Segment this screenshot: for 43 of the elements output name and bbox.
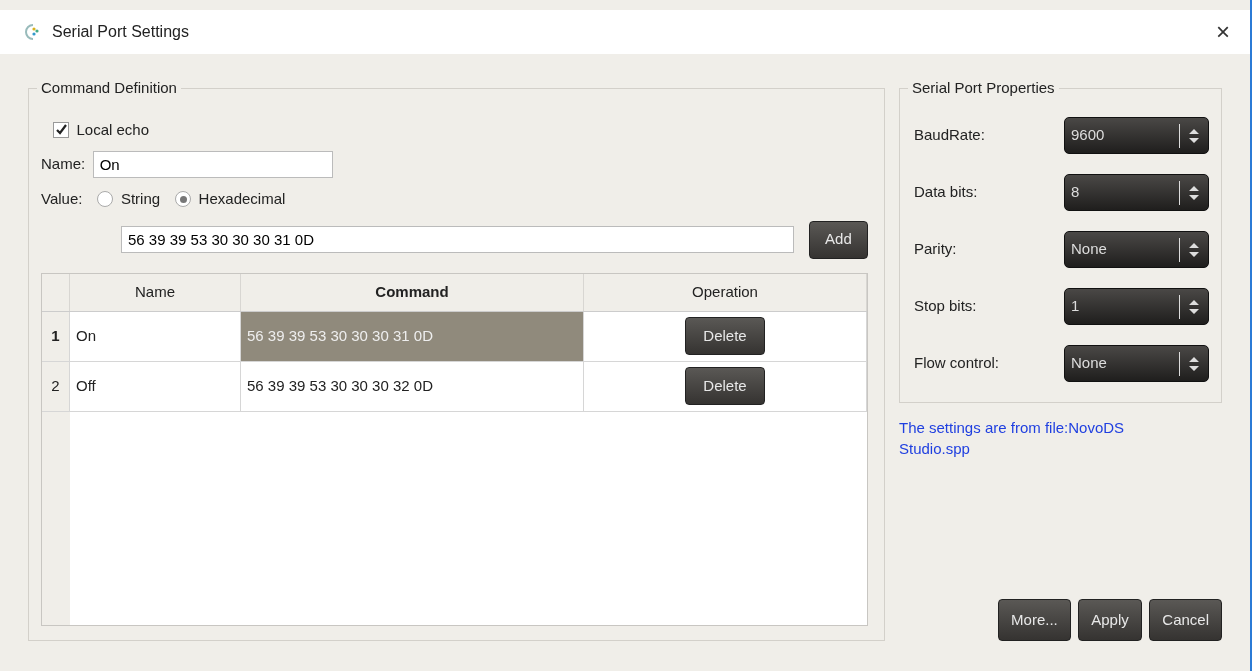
delete-button[interactable]: Delete: [685, 367, 765, 405]
table-cell: 56 39 39 53 30 30 30 31 0D: [241, 311, 584, 361]
settings-source-note: The settings are from file:NovoDS Studio.spp: [899, 418, 1126, 459]
table-cell: 56 39 39 53 30 30 30 32 0D: [241, 361, 584, 411]
radio-button[interactable]: [97, 191, 114, 208]
dialog-button[interactable]: Apply: [1078, 599, 1142, 641]
row-number: 1: [42, 311, 70, 361]
column-header[interactable]: Name: [70, 273, 241, 311]
add-button[interactable]: Add: [808, 220, 868, 259]
table-cell: Off: [70, 361, 241, 411]
spinner-arrows-icon[interactable]: [1188, 127, 1200, 144]
radio-label: String: [120, 189, 161, 209]
checkbox-label: Local echo: [76, 119, 150, 140]
field-label: BaudRate:: [914, 125, 985, 146]
column-header[interactable]: Operation: [584, 273, 867, 311]
column-header[interactable]: Command: [241, 273, 584, 311]
field-label: Stop bits:: [914, 296, 977, 317]
row-number: 2: [42, 361, 70, 411]
group-title: Serial Port Properties: [908, 79, 1059, 97]
command-field[interactable]: 56 39 39 53 30 30 30 31 0D: [121, 226, 794, 253]
radio-label: Hexadecimal: [198, 189, 286, 209]
delete-button[interactable]: Delete: [685, 317, 765, 355]
field-label: Flow control:: [914, 353, 1000, 374]
spin-box[interactable]: None: [1064, 345, 1209, 382]
spinner-arrows-icon[interactable]: [1188, 298, 1200, 315]
spin-box[interactable]: 9600: [1064, 117, 1209, 154]
dialog-button[interactable]: Cancel: [1149, 599, 1222, 641]
spin-box[interactable]: None: [1064, 231, 1209, 268]
spinner-arrows-icon[interactable]: [1188, 184, 1200, 201]
spin-box[interactable]: 1: [1064, 288, 1209, 325]
field-label: Data bits:: [914, 182, 978, 203]
window-title: Serial Port Settings: [52, 22, 190, 42]
spin-box[interactable]: 8: [1064, 174, 1209, 211]
field-label: Value:: [41, 189, 83, 209]
close-button[interactable]: ×: [1212, 20, 1234, 44]
local-echo-checkbox[interactable]: [53, 121, 69, 138]
field-label: Name:: [41, 154, 86, 175]
field-label: Parity:: [914, 239, 957, 260]
dialog-button[interactable]: More...: [998, 599, 1071, 641]
radio-button[interactable]: [175, 191, 192, 208]
spinner-arrows-icon[interactable]: [1188, 355, 1200, 372]
spinner-arrows-icon[interactable]: [1188, 241, 1200, 258]
name-field[interactable]: On: [92, 151, 333, 178]
